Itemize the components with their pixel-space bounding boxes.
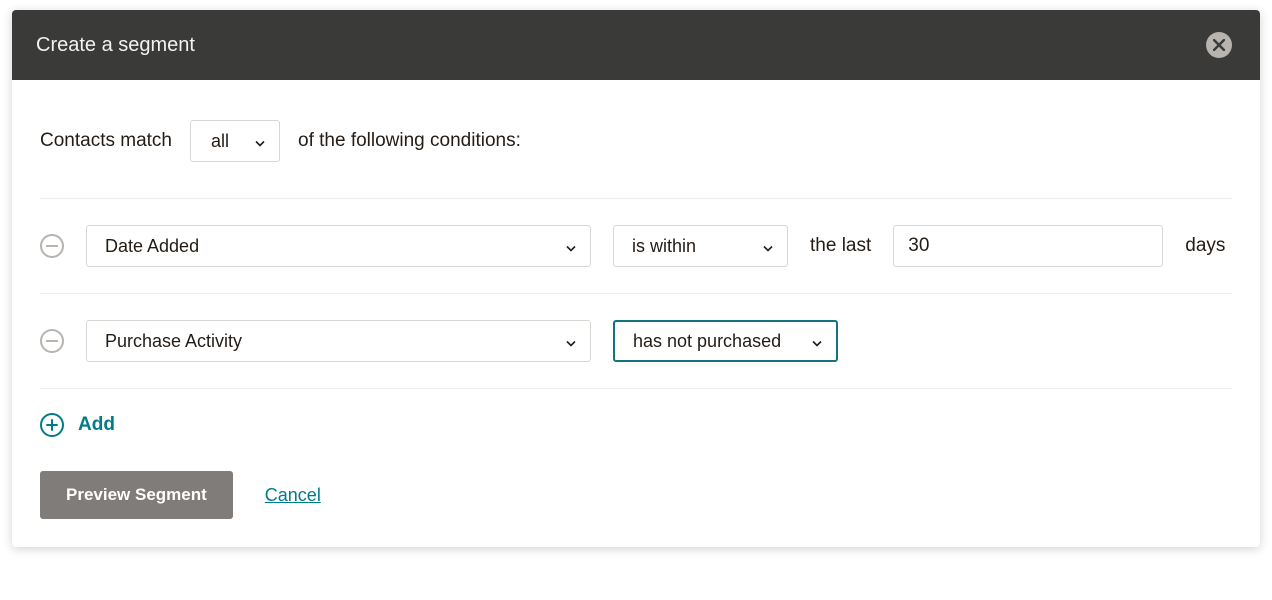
modal-header: Create a segment (12, 10, 1260, 80)
plus-icon (40, 413, 64, 437)
condition-operator-value: is within (632, 236, 696, 257)
add-condition-label: Add (78, 414, 115, 436)
condition-field-select[interactable]: Date Added (86, 225, 591, 267)
match-prefix: Contacts match (40, 130, 172, 152)
condition-field-value: Purchase Activity (105, 331, 242, 352)
match-mode-value: all (211, 131, 229, 152)
modal-footer: Preview Segment Cancel (40, 447, 1232, 519)
match-suffix: of the following conditions: (298, 130, 521, 152)
modal-title: Create a segment (36, 34, 195, 57)
chevron-down-icon (763, 236, 773, 257)
close-icon (1213, 39, 1225, 51)
chevron-down-icon (255, 131, 265, 152)
condition-field-value: Date Added (105, 236, 199, 257)
condition-trailing-text: days (1185, 235, 1225, 257)
condition-operator-select[interactable]: has not purchased (613, 320, 838, 362)
condition-row: Date Added is within the last days (40, 199, 1232, 293)
condition-mid-text: the last (810, 235, 871, 257)
cancel-link[interactable]: Cancel (265, 485, 321, 506)
add-condition-button[interactable]: Add (40, 389, 1232, 447)
condition-row: Purchase Activity has not purchased (40, 294, 1232, 388)
condition-field-select[interactable]: Purchase Activity (86, 320, 591, 362)
remove-condition-button[interactable] (40, 329, 64, 353)
condition-operator-value: has not purchased (633, 331, 781, 352)
chevron-down-icon (566, 236, 576, 257)
modal-body: Contacts match all of the following cond… (12, 80, 1260, 547)
segment-modal: Create a segment Contacts match all of t… (12, 10, 1260, 547)
condition-operator-select[interactable]: is within (613, 225, 788, 267)
minus-icon (46, 245, 58, 247)
condition-value-input[interactable] (893, 225, 1163, 267)
minus-icon (46, 340, 58, 342)
chevron-down-icon (566, 331, 576, 352)
match-row: Contacts match all of the following cond… (40, 120, 1232, 162)
match-mode-select[interactable]: all (190, 120, 280, 162)
close-button[interactable] (1206, 32, 1232, 58)
preview-segment-button[interactable]: Preview Segment (40, 471, 233, 519)
remove-condition-button[interactable] (40, 234, 64, 258)
chevron-down-icon (812, 331, 822, 352)
